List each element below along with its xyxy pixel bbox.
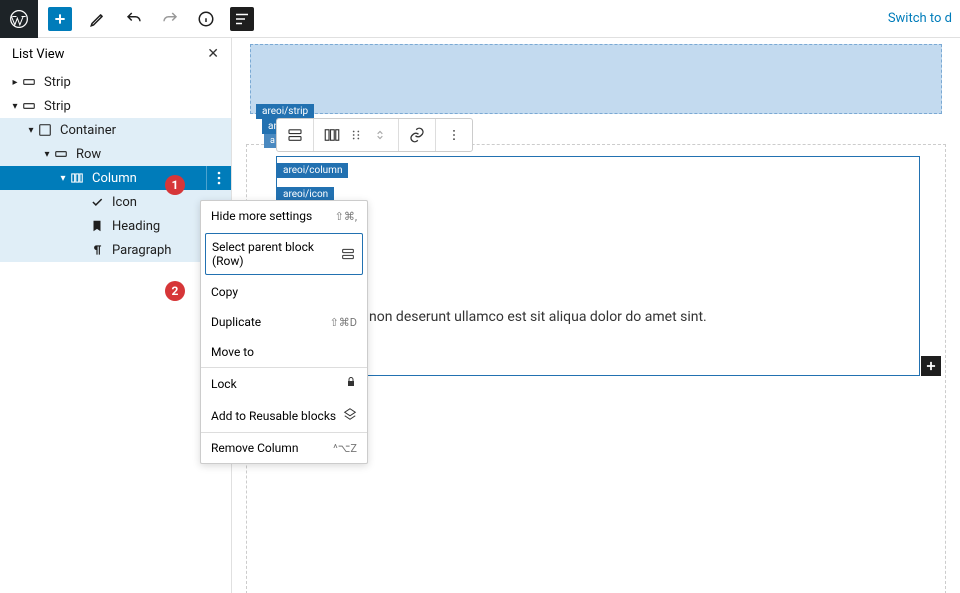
tree-item-label: Icon (112, 195, 137, 210)
block-type-button[interactable] (277, 119, 314, 151)
tree-item-label: Strip (44, 75, 71, 90)
link-button[interactable] (399, 119, 436, 151)
menu-item-label: Select parent block (Row) (212, 240, 340, 268)
menu-item[interactable]: Copy (201, 277, 367, 307)
redo-icon[interactable] (158, 7, 182, 31)
menu-item[interactable]: Remove Column ^⌥Z (201, 433, 367, 463)
menu-shortcut-icon (345, 376, 357, 391)
chevron-down-icon[interactable]: ▾ (8, 99, 22, 113)
tree-item-heading[interactable]: Heading (0, 214, 231, 238)
tree-item-strip[interactable]: ▸ Strip (0, 70, 231, 94)
menu-shortcut-icon (343, 407, 357, 424)
sidebar-title: List View (12, 47, 64, 62)
paragraph-text[interactable]: non deserunt ullamco est sit aliqua dolo… (369, 309, 707, 325)
block-toolbar (276, 118, 473, 152)
strip-icon (22, 75, 36, 89)
chevron-down-icon[interactable]: ▾ (24, 123, 38, 137)
menu-shortcut: ⇧⌘D (330, 316, 357, 329)
close-icon[interactable]: ✕ (207, 46, 219, 62)
tree-item-label: Heading (112, 219, 160, 234)
menu-item[interactable]: Lock (201, 368, 367, 399)
switch-editor-link[interactable]: Switch to d (888, 11, 960, 26)
menu-item[interactable]: Select parent block (Row) (205, 233, 363, 275)
undo-icon[interactable] (122, 7, 146, 31)
strip-icon (22, 99, 36, 113)
menu-shortcut: ⇧⌘, (335, 210, 357, 223)
layout-controls[interactable] (314, 119, 399, 151)
edit-icon[interactable] (86, 7, 110, 31)
columns-icon[interactable] (322, 125, 342, 145)
block-label: areoi/strip (256, 104, 314, 119)
tree-item-label: Container (60, 123, 116, 138)
link-icon (407, 125, 427, 145)
item-options-button[interactable] (206, 166, 231, 190)
menu-item-label: Remove Column (211, 441, 298, 455)
tree-item-label: Strip (44, 99, 71, 114)
menu-shortcut-icon (340, 246, 356, 262)
row-icon (54, 147, 68, 161)
tree-item-label: Column (92, 171, 137, 186)
column-block[interactable]: areoi/column areoi/icon non deserunt ull… (276, 156, 920, 376)
check-icon (90, 195, 104, 209)
wordpress-logo[interactable] (0, 0, 38, 38)
list-view-sidebar: List View ✕ ▸ Strip ▾ Strip ▾ Container ▾ Row ▾ C… (0, 38, 232, 593)
sidebar-header: List View ✕ (0, 38, 231, 70)
menu-item-label: Add to Reusable blocks (211, 409, 336, 423)
menu-shortcut: ^⌥Z (333, 442, 357, 455)
block-options-menu: Hide more settings ⇧⌘, Select parent block… (200, 200, 368, 464)
menu-item[interactable]: Hide more settings ⇧⌘, (201, 201, 367, 231)
menu-item-label: Lock (211, 377, 237, 391)
more-options-button[interactable] (436, 119, 472, 151)
add-block-inline[interactable] (921, 356, 941, 376)
block-tree: ▸ Strip ▾ Strip ▾ Container ▾ Row ▾ Column Icon Hea… (0, 70, 231, 262)
column-tag: areoi/column (277, 163, 348, 178)
chevron-down-icon[interactable]: ▾ (40, 147, 54, 161)
container-icon (38, 123, 52, 137)
list-view-toggle[interactable] (230, 7, 254, 31)
strip-block-preview[interactable] (250, 44, 942, 114)
tree-item-icon[interactable]: Icon (0, 190, 231, 214)
menu-item[interactable]: Add to Reusable blocks (201, 399, 367, 432)
pilcrow-icon (90, 243, 104, 257)
add-block-button[interactable] (48, 7, 72, 31)
menu-item[interactable]: Duplicate ⇧⌘D (201, 307, 367, 337)
column-icon (70, 171, 84, 185)
tree-item-row[interactable]: ▾ Row (0, 142, 231, 166)
tree-item-label: Paragraph (112, 243, 171, 258)
callout-2: 2 (165, 281, 185, 301)
menu-item[interactable]: Move to (201, 337, 367, 367)
more-icon (444, 125, 464, 145)
tree-item-container[interactable]: ▾ Container (0, 118, 231, 142)
menu-item-label: Duplicate (211, 315, 261, 329)
tree-item-paragraph[interactable]: Paragraph (0, 238, 231, 262)
drag-icon[interactable] (346, 125, 366, 145)
chevron-down-icon[interactable]: ▾ (56, 171, 70, 185)
callout-1: 1 (165, 175, 185, 195)
menu-item-label: Move to (211, 345, 254, 359)
menu-item-label: Hide more settings (211, 209, 312, 223)
chevron-right-icon[interactable]: ▸ (8, 75, 22, 89)
info-icon[interactable] (194, 7, 218, 31)
tree-item-column[interactable]: ▾ Column (0, 166, 231, 190)
bookmark-icon (90, 219, 104, 233)
menu-item-label: Copy (211, 285, 238, 299)
tree-item-label: Row (76, 147, 101, 162)
topbar-left (0, 0, 258, 37)
topbar: Switch to d (0, 0, 960, 38)
move-icon[interactable] (370, 125, 390, 145)
tree-item-strip[interactable]: ▾ Strip (0, 94, 231, 118)
